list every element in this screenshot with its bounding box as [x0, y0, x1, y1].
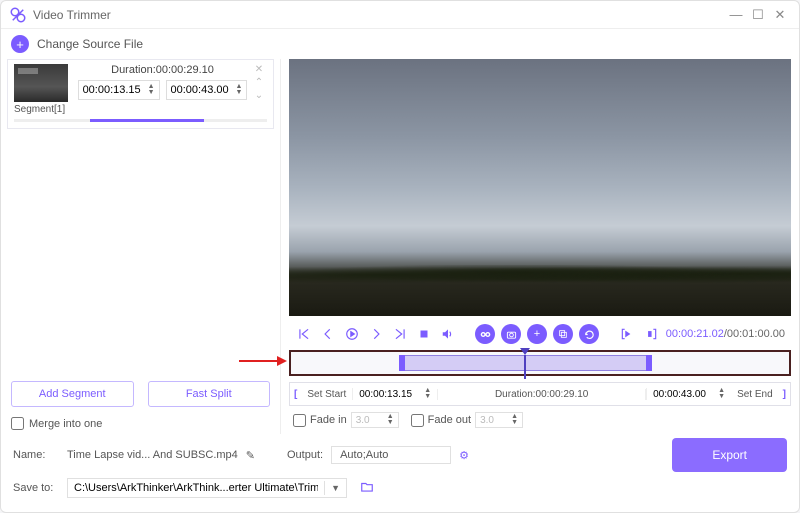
save-path-input[interactable]: ▼ [67, 478, 347, 498]
fade-in-checkbox[interactable] [293, 414, 306, 427]
edit-name-icon[interactable]: ✎ [246, 449, 255, 462]
segment-thumbnail[interactable] [14, 64, 68, 102]
fade-out-label: Fade out [428, 414, 471, 426]
segment-down-icon[interactable]: ⌄ [255, 90, 263, 101]
fade-in-input[interactable]: ▲▼ [351, 412, 399, 428]
output-value[interactable]: Auto;Auto [331, 446, 451, 464]
fast-split-button[interactable]: Fast Split [148, 381, 271, 407]
skip-start-icon[interactable] [295, 325, 313, 343]
maximize-button[interactable]: ☐ [747, 4, 769, 26]
stepper-icon[interactable]: ▲▼ [387, 414, 394, 426]
annotation-arrow-icon [239, 352, 287, 370]
bracket-close-icon: ] [779, 389, 790, 400]
filename-text: Time Lapse vid... And SUBSC.mp4 [67, 449, 238, 461]
fade-out-checkbox[interactable] [411, 414, 424, 427]
effect-button-1[interactable] [475, 324, 495, 344]
video-preview[interactable] [289, 59, 791, 316]
copy-button[interactable] [553, 324, 573, 344]
stepper-icon[interactable]: ▲▼ [718, 388, 725, 400]
name-label: Name: [13, 449, 59, 461]
bracket-open-icon: [ [290, 389, 301, 400]
playhead-marker[interactable] [520, 348, 530, 355]
mark-in-icon[interactable] [618, 325, 636, 343]
add-segment-button[interactable]: Add Segment [11, 381, 134, 407]
play-icon[interactable] [343, 325, 361, 343]
path-dropdown-icon[interactable]: ▼ [324, 481, 346, 495]
playback-controls: + 00:00:21.02/00:01:00.00 [289, 320, 791, 348]
next-frame-icon[interactable] [367, 325, 385, 343]
merge-label: Merge into one [29, 418, 102, 430]
saveto-label: Save to: [13, 482, 59, 494]
settings-icon[interactable]: ⚙ [459, 449, 469, 462]
left-panel: Duration:00:00:29.10 ▲▼ ▲▼ [1, 59, 281, 434]
segment-start-input[interactable]: ▲▼ [78, 80, 160, 100]
open-folder-icon[interactable] [359, 480, 375, 497]
export-button[interactable]: Export [672, 438, 787, 472]
change-source-label[interactable]: Change Source File [37, 37, 143, 51]
fade-out-input[interactable]: ▲▼ [475, 412, 523, 428]
set-start-button[interactable]: Set Start [301, 389, 352, 400]
main-area: Duration:00:00:29.10 ▲▼ ▲▼ [1, 59, 799, 434]
total-time: /00:01:00.00 [724, 328, 785, 340]
segment-end-input[interactable]: ▲▼ [166, 80, 248, 100]
stepper-icon[interactable]: ▲▼ [511, 414, 518, 426]
titlebar: Video Trimmer — ☐ ✕ [1, 1, 799, 29]
skip-end-icon[interactable] [391, 325, 409, 343]
stepper-icon[interactable]: ▲▼ [148, 84, 155, 96]
snapshot-button[interactable] [501, 324, 521, 344]
segment-up-icon[interactable]: ⌃ [255, 77, 263, 88]
current-time: 00:00:21.02 [666, 328, 724, 340]
fade-row: Fade in ▲▼ Fade out ▲▼ [289, 406, 791, 434]
prev-frame-icon[interactable] [319, 325, 337, 343]
stepper-icon[interactable]: ▲▼ [236, 84, 243, 96]
bottom-bar: Name: Time Lapse vid... And SUBSC.mp4 ✎ … [1, 434, 799, 512]
minimize-button[interactable]: — [725, 4, 747, 26]
header: + Change Source File [1, 29, 799, 59]
segment-name-label: Segment[1] [14, 104, 267, 115]
start-time-input[interactable]: ▲▼ [352, 388, 437, 400]
end-time-input[interactable]: ▲▼ [646, 388, 731, 400]
set-end-button[interactable]: Set End [731, 389, 779, 400]
app-window: Video Trimmer — ☐ ✕ + Change Source File… [0, 0, 800, 513]
output-label: Output: [287, 449, 323, 461]
volume-icon[interactable] [439, 325, 457, 343]
stepper-icon[interactable]: ▲▼ [424, 388, 431, 400]
close-button[interactable]: ✕ [769, 4, 791, 26]
add-button[interactable]: + [527, 324, 547, 344]
add-source-button[interactable]: + [11, 35, 29, 53]
right-panel: + 00:00:21.02/00:01:00.00 [ Set [281, 59, 799, 434]
merge-checkbox[interactable] [11, 417, 24, 430]
stop-icon[interactable] [415, 325, 433, 343]
segment-panel[interactable]: Duration:00:00:29.10 ▲▼ ▲▼ [7, 59, 274, 129]
trim-settings-row: [ Set Start ▲▼ Duration:00:00:29.10 ▲▼ S… [289, 382, 791, 406]
reset-button[interactable] [579, 324, 599, 344]
timeline-slider[interactable] [289, 350, 791, 376]
segment-duration-label: Duration:00:00:29.10 [111, 64, 214, 76]
mark-out-icon[interactable] [642, 325, 660, 343]
fade-in-label: Fade in [310, 414, 347, 426]
window-title: Video Trimmer [33, 8, 725, 22]
app-logo-icon [9, 6, 27, 24]
duration-display: Duration:00:00:29.10 [437, 389, 646, 400]
segment-close-icon[interactable]: ✕ [255, 64, 263, 75]
segment-mini-timeline[interactable] [14, 119, 267, 122]
